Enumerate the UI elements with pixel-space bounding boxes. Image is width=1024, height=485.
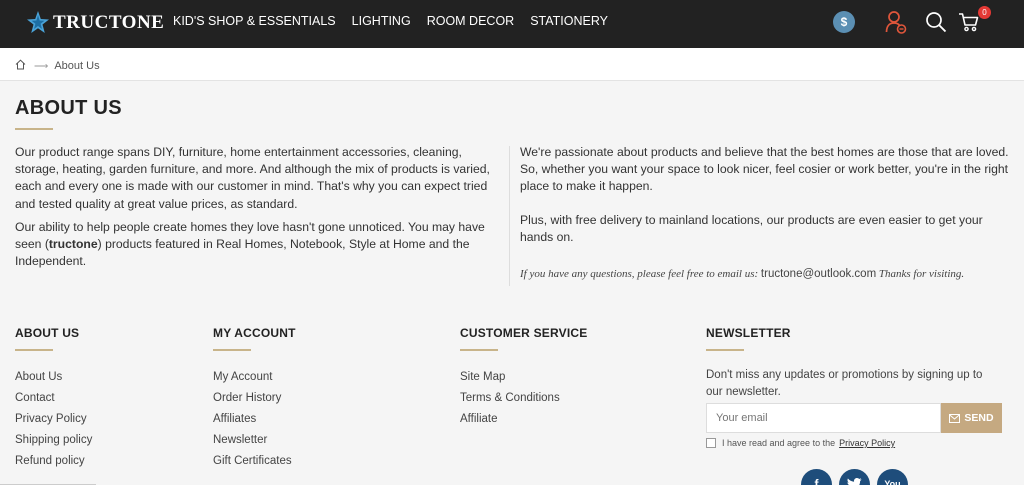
column-divider	[509, 146, 510, 286]
about-paragraph-2: Our ability to help people create homes …	[15, 219, 500, 271]
footer-link-newsletter[interactable]: Newsletter	[213, 430, 296, 451]
breadcrumb-separator-icon: ⟶	[34, 60, 49, 72]
newsletter-form: SEND	[706, 403, 1002, 433]
cart-count-badge: 0	[978, 6, 991, 19]
header-icons: $ 0	[0, 6, 1024, 39]
footer-account-links: My Account Order History Affiliates News…	[213, 367, 296, 472]
consent-checkbox[interactable]	[706, 438, 716, 448]
about-right-column: We're passionate about products and beli…	[520, 144, 1010, 283]
about-paragraph-3: We're passionate about products and beli…	[520, 145, 1009, 194]
brand-mention: tructone	[48, 237, 98, 252]
footer-link-site-map[interactable]: Site Map	[460, 367, 587, 388]
title-underline	[15, 128, 53, 130]
breadcrumb: ⟶ About Us	[15, 59, 100, 73]
breadcrumb-current: About Us	[54, 60, 100, 72]
cart-icon[interactable]	[958, 11, 980, 38]
closing-text-b: Thanks for visiting.	[876, 268, 965, 281]
search-icon[interactable]	[925, 11, 947, 38]
newsletter-send-label: SEND	[964, 412, 994, 424]
about-paragraph-1: Our product range spans DIY, furniture, …	[15, 145, 490, 211]
footer-about-heading: ABOUT US	[15, 326, 80, 340]
footer-link-order-history[interactable]: Order History	[213, 388, 296, 409]
footer-link-terms[interactable]: Terms & Conditions	[460, 388, 587, 409]
footer-link-privacy-policy[interactable]: Privacy Policy	[15, 409, 92, 430]
footer-heading-underline	[460, 349, 498, 351]
footer-link-about-us[interactable]: About Us	[15, 367, 92, 388]
closing-note: If you have any questions, please feel f…	[520, 266, 1010, 283]
footer-link-refund-policy[interactable]: Refund policy	[15, 451, 92, 472]
social-links: f You	[801, 469, 908, 485]
top-header: TRUCTONE KID'S SHOP & ESSENTIALS LIGHTIN…	[0, 0, 1024, 48]
footer-heading-underline	[213, 349, 251, 351]
privacy-policy-link[interactable]: Privacy Policy	[839, 438, 895, 448]
newsletter-email-input[interactable]	[706, 403, 941, 433]
footer-service-heading: CUSTOMER SERVICE	[460, 326, 588, 340]
home-icon[interactable]	[15, 59, 26, 73]
footer-link-shipping-policy[interactable]: Shipping policy	[15, 430, 92, 451]
user-account-icon[interactable]	[885, 10, 907, 39]
facebook-icon[interactable]: f	[801, 469, 832, 485]
consent-text: I have read and agree to the	[722, 438, 836, 448]
footer-newsletter-heading: NEWSLETTER	[706, 326, 791, 340]
footer-link-affiliate[interactable]: Affiliate	[460, 409, 587, 430]
currency-button[interactable]: $	[833, 11, 855, 33]
footer-link-contact[interactable]: Contact	[15, 388, 92, 409]
breadcrumb-bar: ⟶ About Us	[0, 48, 1024, 81]
envelope-icon	[949, 413, 961, 423]
footer-service-column: CUSTOMER SERVICE Site Map Terms & Condit…	[460, 326, 587, 430]
footer-about-column: ABOUT US About Us Contact Privacy Policy…	[15, 326, 92, 472]
footer-about-links: About Us Contact Privacy Policy Shipping…	[15, 367, 92, 472]
youtube-icon[interactable]: You	[877, 469, 908, 485]
footer-link-my-account[interactable]: My Account	[213, 367, 296, 388]
about-left-column: Our product range spans DIY, furniture, …	[15, 144, 500, 276]
twitter-icon[interactable]	[839, 469, 870, 485]
footer-link-gift-certificates[interactable]: Gift Certificates	[213, 451, 296, 472]
newsletter-consent: I have read and agree to the Privacy Pol…	[706, 438, 895, 448]
about-paragraph-4: Plus, with free delivery to mainland loc…	[520, 212, 983, 244]
footer-heading-underline	[706, 349, 744, 351]
closing-email[interactable]: tructone@outlook.com	[761, 268, 876, 280]
footer-newsletter-column: NEWSLETTER Don't miss any updates or pro…	[706, 326, 1006, 485]
closing-text-a: If you have any questions, please feel f…	[520, 268, 761, 281]
footer-service-links: Site Map Terms & Conditions Affiliate	[460, 367, 587, 430]
footer-heading-underline	[15, 349, 53, 351]
footer-account-column: MY ACCOUNT My Account Order History Affi…	[213, 326, 296, 472]
newsletter-send-button[interactable]: SEND	[941, 403, 1002, 433]
footer-account-heading: MY ACCOUNT	[213, 326, 296, 340]
newsletter-description: Don't miss any updates or promotions by …	[706, 369, 983, 398]
footer-link-affiliates[interactable]: Affiliates	[213, 409, 296, 430]
page-title: ABOUT US	[15, 97, 122, 119]
